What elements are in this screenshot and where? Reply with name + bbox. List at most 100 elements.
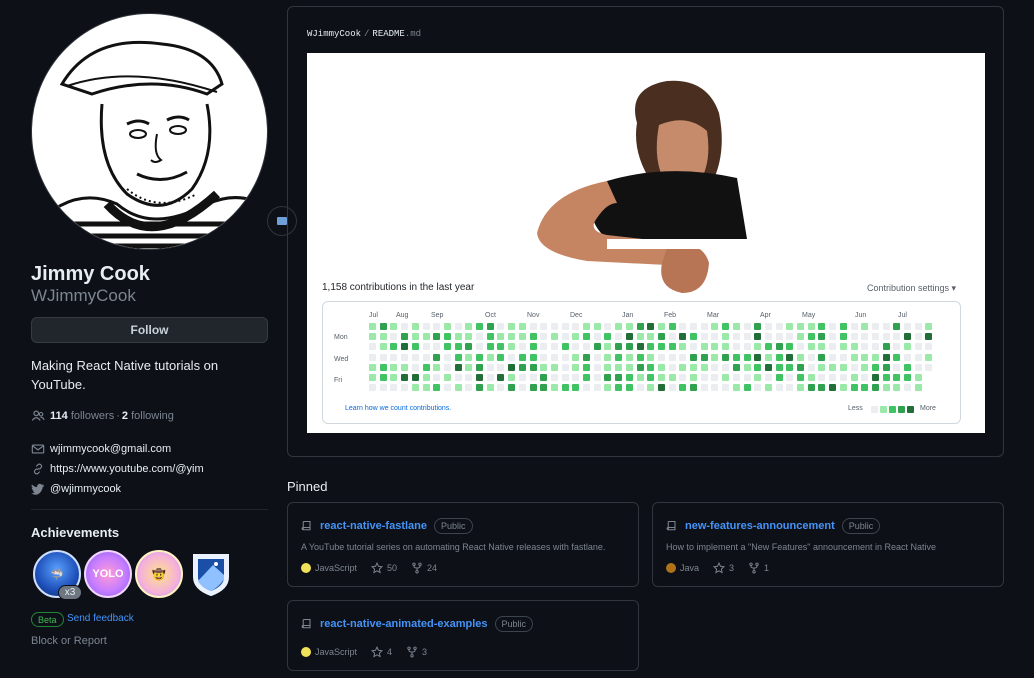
contribution-day[interactable]	[764, 374, 772, 381]
contribution-day[interactable]	[647, 353, 655, 361]
contribution-day[interactable]	[754, 374, 762, 381]
contribution-day[interactable]	[433, 343, 441, 351]
contribution-day[interactable]	[390, 363, 398, 371]
contribution-day[interactable]	[743, 333, 751, 341]
contribution-day[interactable]	[679, 384, 687, 392]
contribution-day[interactable]	[850, 333, 858, 341]
contribution-day[interactable]	[711, 384, 719, 392]
contribution-day[interactable]	[636, 353, 644, 361]
contribution-day[interactable]	[454, 363, 462, 371]
contribution-day[interactable]	[732, 363, 740, 371]
contribution-day[interactable]	[486, 384, 494, 392]
contribution-day[interactable]	[486, 363, 494, 371]
contribution-day[interactable]	[476, 374, 483, 381]
contribution-day[interactable]	[829, 374, 837, 381]
contribution-day[interactable]	[529, 333, 537, 341]
contribution-day[interactable]	[764, 323, 772, 330]
contribution-day[interactable]	[861, 384, 869, 392]
contribution-day[interactable]	[797, 323, 804, 330]
contribution-day[interactable]	[465, 384, 473, 392]
contribution-day[interactable]	[593, 384, 601, 392]
contribution-day[interactable]	[754, 353, 762, 361]
contribution-day[interactable]	[401, 384, 409, 392]
contribution-day[interactable]	[561, 374, 569, 381]
contribution-day[interactable]	[443, 384, 451, 392]
contribution-day[interactable]	[369, 374, 376, 381]
contribution-day[interactable]	[711, 323, 719, 330]
contribution-day[interactable]	[583, 353, 590, 361]
contribution-day[interactable]	[615, 384, 623, 392]
contribution-day[interactable]	[454, 353, 462, 361]
contribution-day[interactable]	[775, 333, 783, 341]
achievement-badge-quickdraw[interactable]: 🤠	[135, 550, 183, 598]
contribution-day[interactable]	[711, 343, 719, 351]
contribution-day[interactable]	[850, 323, 858, 330]
profile-avatar[interactable]	[31, 13, 297, 250]
contribution-day[interactable]	[636, 384, 644, 392]
contribution-day[interactable]	[690, 363, 697, 371]
readme-owner-link[interactable]: WJimmyCook	[307, 29, 361, 39]
contribution-day[interactable]	[679, 333, 687, 341]
contribution-day[interactable]	[593, 353, 601, 361]
contribution-day[interactable]	[732, 374, 740, 381]
stars-link[interactable]: 3	[713, 562, 734, 574]
contribution-day[interactable]	[540, 343, 548, 351]
contribution-day[interactable]	[529, 363, 537, 371]
contribution-day[interactable]	[904, 363, 911, 371]
contribution-day[interactable]	[401, 353, 409, 361]
contribution-day[interactable]	[411, 363, 419, 371]
contribution-day[interactable]	[893, 353, 901, 361]
contribution-day[interactable]	[914, 363, 922, 371]
contribution-day[interactable]	[411, 384, 419, 392]
contribution-day[interactable]	[743, 374, 751, 381]
contribution-day[interactable]	[508, 333, 516, 341]
contribution-day[interactable]	[690, 323, 697, 330]
readme-file-link[interactable]: README.md	[372, 29, 421, 39]
contribution-day[interactable]	[401, 363, 409, 371]
contribution-day[interactable]	[732, 333, 740, 341]
contribution-day[interactable]	[871, 323, 879, 330]
contribution-day[interactable]	[925, 343, 933, 351]
contribution-day[interactable]	[700, 363, 708, 371]
contribution-day[interactable]	[454, 374, 462, 381]
contribution-day[interactable]	[508, 323, 516, 330]
contribution-day[interactable]	[593, 374, 601, 381]
contribution-day[interactable]	[679, 323, 687, 330]
contribution-day[interactable]	[550, 343, 558, 351]
contribution-day[interactable]	[540, 374, 548, 381]
contribution-day[interactable]	[861, 363, 869, 371]
contribution-day[interactable]	[893, 323, 901, 330]
contribution-day[interactable]	[700, 374, 708, 381]
contribution-day[interactable]	[679, 343, 687, 351]
contribution-day[interactable]	[540, 323, 548, 330]
contribution-day[interactable]	[850, 343, 858, 351]
contribution-day[interactable]	[861, 374, 869, 381]
contribution-day[interactable]	[829, 333, 837, 341]
contribution-day[interactable]	[818, 363, 826, 371]
contribution-day[interactable]	[508, 363, 516, 371]
contribution-day[interactable]	[850, 374, 858, 381]
contribution-day[interactable]	[722, 374, 730, 381]
profile-website[interactable]: https://www.youtube.com/@yim	[31, 462, 204, 476]
contribution-day[interactable]	[572, 353, 580, 361]
contribution-day[interactable]	[497, 374, 505, 381]
contribution-day[interactable]	[401, 333, 409, 341]
contribution-day[interactable]	[775, 363, 783, 371]
contribution-day[interactable]	[914, 333, 922, 341]
contribution-day[interactable]	[807, 363, 815, 371]
contribution-day[interactable]	[518, 353, 526, 361]
contribution-day[interactable]	[422, 333, 430, 341]
contribution-day[interactable]	[647, 333, 655, 341]
contribution-day[interactable]	[839, 343, 847, 351]
contribution-day[interactable]	[871, 343, 879, 351]
contribution-day[interactable]	[722, 363, 730, 371]
contribution-day[interactable]	[529, 353, 537, 361]
contribution-day[interactable]	[615, 363, 623, 371]
contribution-day[interactable]	[839, 374, 847, 381]
contribution-day[interactable]	[914, 374, 922, 381]
contribution-day[interactable]	[839, 323, 847, 330]
contribution-day[interactable]	[829, 323, 837, 330]
contribution-day[interactable]	[839, 363, 847, 371]
contribution-day[interactable]	[893, 343, 901, 351]
contribution-day[interactable]	[369, 333, 376, 341]
